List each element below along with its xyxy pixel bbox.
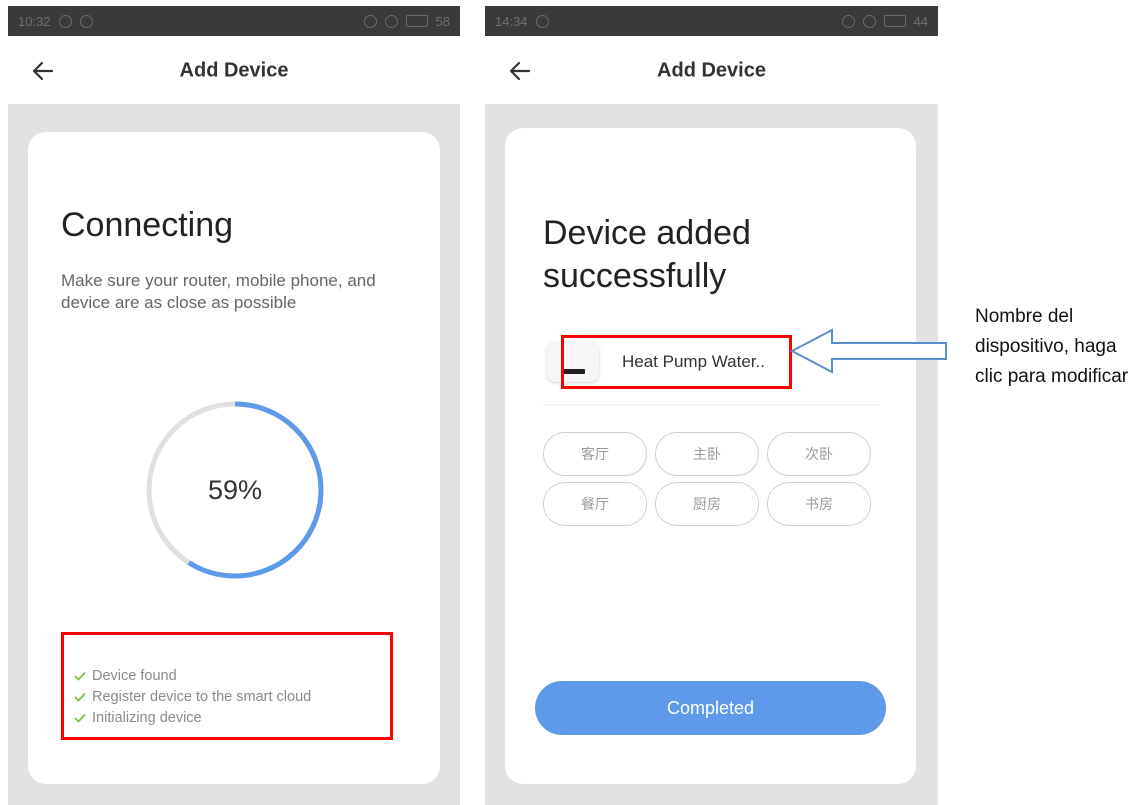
page-title: Device added successfully [543,214,751,295]
nav-title: Add Device [657,59,766,82]
connecting-card: Connecting Make sure your router, mobile… [28,132,440,784]
nav-bar: Add Device [8,38,460,104]
notification-icon [535,14,549,28]
status-bar: 14:34 44 [485,6,938,36]
wifi-icon [862,14,876,28]
room-chip[interactable]: 主卧 [655,432,759,476]
step-item: Register device to the smart cloud [74,686,390,707]
room-chip[interactable]: 次卧 [767,432,871,476]
content-background: Device added successfully Heat Pump Wate… [485,104,938,805]
nav-title: Add Device [179,59,289,82]
alarm-icon [841,14,855,28]
connect-hint: Make sure your router, mobile phone, and… [61,271,376,312]
status-bar: 10:32 58 [8,6,460,36]
step-item: Initializing device [74,707,390,728]
notification-icon [58,14,72,28]
step-item: Device found [74,665,390,686]
step-label: Register device to the smart cloud [92,688,312,705]
battery-level: 44 [913,13,928,29]
wifi-icon [384,14,398,28]
room-chip[interactable]: 书房 [767,482,871,526]
divider [543,404,878,405]
annotation-text: Nombre del dispositivo, haga clic para m… [975,306,1129,387]
check-icon [74,671,86,681]
page-title: Connecting [61,206,234,244]
battery-icon [883,15,906,27]
step-label: Device found [92,667,177,684]
arrow-left-outline-icon [790,328,947,374]
device-name-field[interactable]: Heat Pump Water.. [561,335,792,389]
nav-bar: Add Device [485,38,938,104]
success-card: Device added successfully Heat Pump Wate… [505,128,916,784]
room-chip[interactable]: 餐厅 [543,482,647,526]
progress-percent: 59% [207,474,263,505]
battery-level: 58 [435,13,450,29]
completed-button[interactable]: Completed [535,681,886,735]
battery-icon [405,15,428,27]
status-time: 14:34 [495,13,528,29]
status-time: 10:32 [18,13,51,29]
content-background: Connecting Make sure your router, mobile… [8,104,460,805]
room-selector: 客厅 主卧 次卧 餐厅 厨房 书房 [543,432,871,526]
screen-connecting: 10:32 58 Add Device Connecting Make sure… [8,0,460,805]
steps-list: Device found Register device to the smar… [61,632,393,740]
alarm-icon [363,14,377,28]
screen-device-added: 14:34 44 Add Device Device added success… [485,0,938,805]
room-chip[interactable]: 客厅 [543,432,647,476]
check-icon [74,713,86,723]
message-icon [79,14,93,28]
step-label: Initializing device [92,709,202,726]
check-icon [74,692,86,702]
room-chip[interactable]: 厨房 [655,482,759,526]
